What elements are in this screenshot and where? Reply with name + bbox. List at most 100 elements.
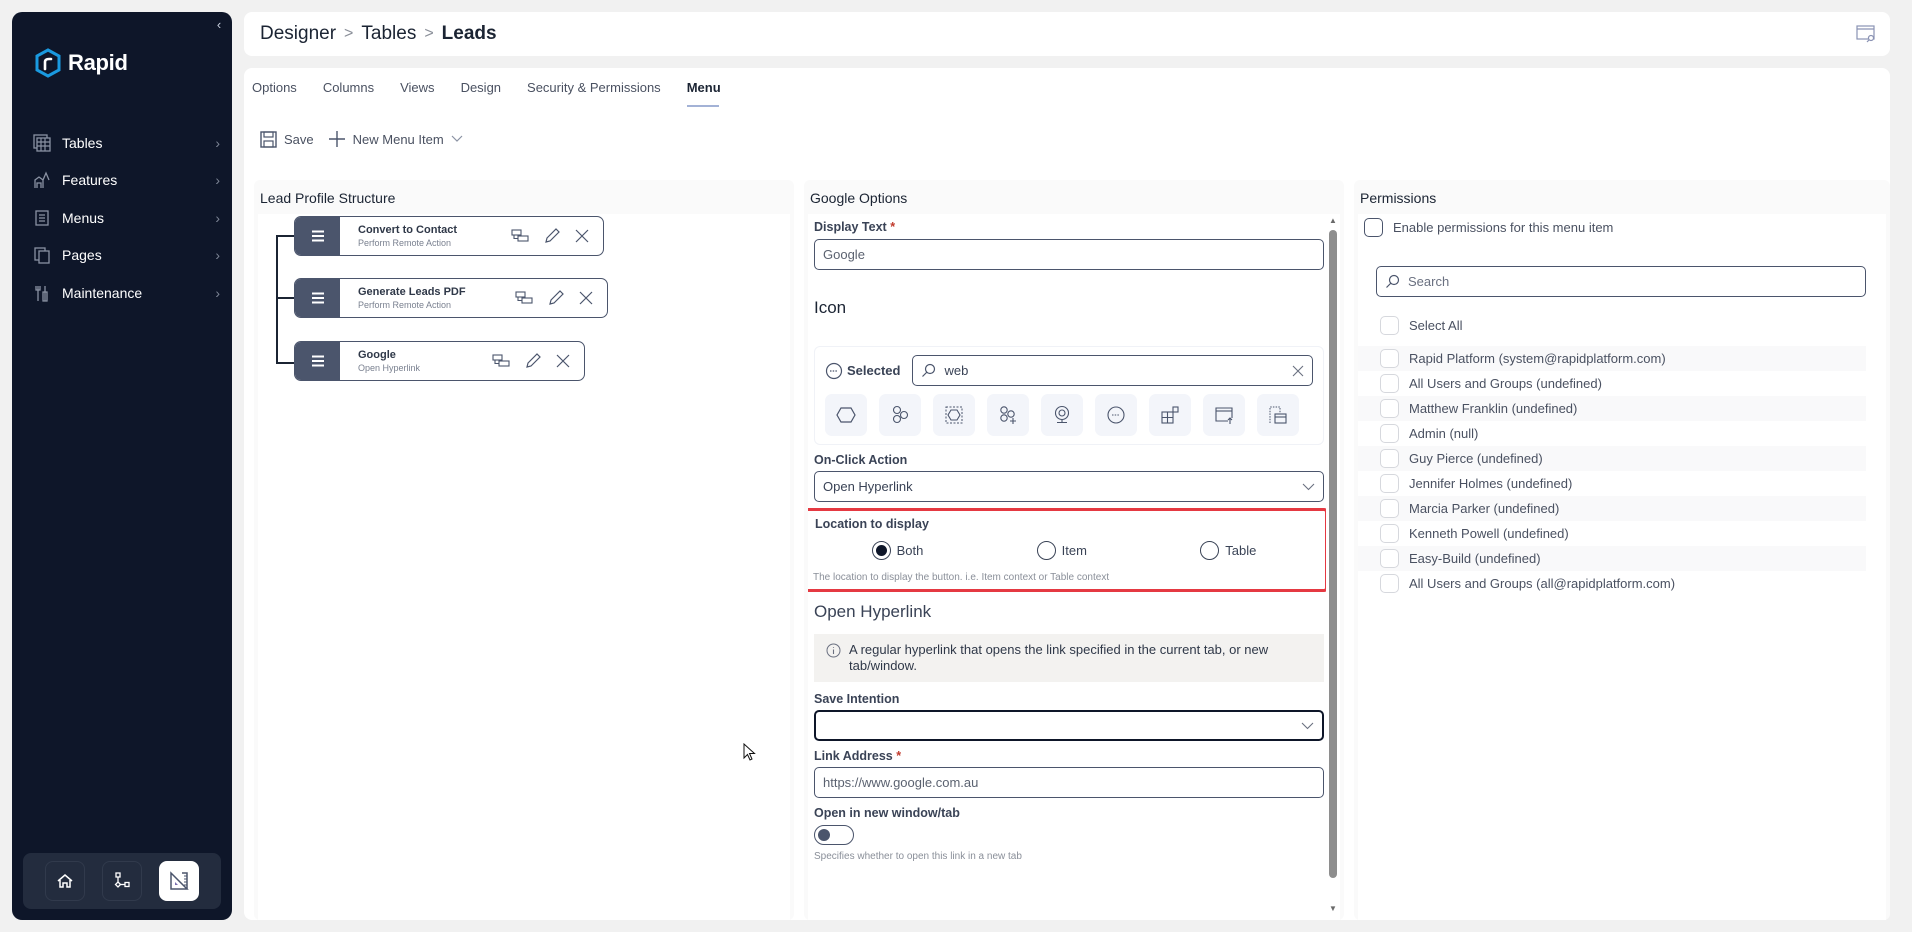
- save-intention-select[interactable]: [814, 710, 1324, 741]
- sidebar-item-pages[interactable]: Pages ›: [12, 237, 232, 275]
- icon-search-input[interactable]: web: [912, 355, 1313, 386]
- icon-option-ellipsis-circle[interactable]: [1095, 394, 1137, 436]
- permissions-panel: Permissions Enable permissions for this …: [1354, 180, 1890, 920]
- permission-row[interactable]: Easy-Build (undefined): [1358, 546, 1866, 571]
- permission-row[interactable]: Admin (null): [1358, 421, 1866, 446]
- sidebar-item-tables[interactable]: Tables ›: [12, 124, 232, 162]
- tab-menu[interactable]: Menu: [686, 80, 733, 107]
- icon-option-webcam[interactable]: [1041, 394, 1083, 436]
- permission-checkbox[interactable]: [1380, 549, 1399, 568]
- clear-search-icon[interactable]: [1292, 365, 1304, 377]
- tab-columns[interactable]: Columns: [323, 80, 386, 107]
- tree-item-generate-leads-pdf[interactable]: Generate Leads PDF Perform Remote Action: [294, 278, 608, 318]
- permissions-search-input[interactable]: Search: [1376, 266, 1866, 297]
- submenu-icon[interactable]: [515, 291, 533, 305]
- tree-item-title: Convert to Contact: [358, 224, 457, 236]
- permission-row[interactable]: Kenneth Powell (undefined): [1358, 521, 1866, 546]
- sidebar-item-label: Pages: [62, 247, 102, 264]
- tab-views[interactable]: Views: [400, 80, 446, 107]
- permission-checkbox[interactable]: [1380, 349, 1399, 368]
- permission-row[interactable]: All Users and Groups (undefined): [1358, 371, 1866, 396]
- new-menu-item-button[interactable]: New Menu Item: [328, 130, 463, 148]
- permission-row[interactable]: Jennifer Holmes (undefined): [1358, 471, 1866, 496]
- home-button[interactable]: [45, 861, 86, 901]
- permission-row[interactable]: Guy Pierce (undefined): [1358, 446, 1866, 471]
- permission-checkbox[interactable]: [1380, 499, 1399, 518]
- icon-option-window-dashed[interactable]: [1257, 394, 1299, 436]
- designer-button[interactable]: [158, 861, 199, 901]
- location-radio-both[interactable]: Both: [871, 541, 923, 560]
- location-radio-table[interactable]: Table: [1200, 541, 1256, 560]
- permission-row[interactable]: All Users and Groups (all@rapidplatform.…: [1358, 571, 1866, 596]
- permission-checkbox[interactable]: [1380, 449, 1399, 468]
- home-icon: [57, 874, 73, 888]
- save-intention-label: Save Intention: [814, 692, 900, 706]
- sidebar-item-features[interactable]: Features ›: [12, 162, 232, 200]
- close-icon[interactable]: [579, 291, 593, 305]
- sidebar-item-label: Maintenance: [62, 284, 143, 301]
- sidebar-item-maintenance[interactable]: Maintenance ›: [12, 274, 232, 312]
- permission-label: Kenneth Powell (undefined): [1409, 526, 1569, 541]
- breadcrumb-tables[interactable]: Tables: [361, 23, 416, 45]
- window-search-icon[interactable]: [1856, 25, 1876, 48]
- collapse-sidebar-button[interactable]: ‹: [212, 18, 226, 32]
- options-scrollbar[interactable]: ▲ ▼: [1328, 214, 1338, 920]
- tab-security-permissions[interactable]: Security & Permissions: [527, 80, 673, 107]
- scroll-thumb[interactable]: [1329, 230, 1337, 878]
- location-radio-item[interactable]: Item: [1036, 541, 1087, 560]
- permission-checkbox[interactable]: [1380, 399, 1399, 418]
- drag-handle[interactable]: [295, 279, 340, 317]
- permission-checkbox[interactable]: [1380, 424, 1399, 443]
- submenu-icon[interactable]: [492, 354, 510, 368]
- breadcrumb-designer[interactable]: Designer: [260, 23, 336, 45]
- submenu-icon[interactable]: [511, 229, 529, 243]
- icon-option-hexagon-select[interactable]: [933, 394, 975, 436]
- drag-handle[interactable]: [295, 342, 340, 380]
- toolbar: Save New Menu Item: [260, 130, 471, 148]
- edit-icon[interactable]: [524, 352, 542, 370]
- enable-permissions-checkbox[interactable]: [1364, 218, 1383, 237]
- tree-item-convert-to-contact[interactable]: Convert to Contact Perform Remote Action: [294, 216, 604, 256]
- new-window-toggle[interactable]: [814, 825, 854, 845]
- icon-option-hexagons[interactable]: [879, 394, 921, 436]
- scroll-down-icon[interactable]: ▼: [1328, 904, 1338, 913]
- select-all-row[interactable]: Select All: [1358, 313, 1886, 338]
- edit-icon[interactable]: [547, 289, 565, 307]
- permission-checkbox[interactable]: [1380, 574, 1399, 593]
- icon-option-window-upload[interactable]: [1203, 394, 1245, 436]
- icon-search-value: web: [944, 363, 969, 378]
- save-button[interactable]: Save: [260, 130, 314, 148]
- edit-icon[interactable]: [543, 227, 561, 245]
- tree-item-subtitle: Open Hyperlink: [358, 363, 421, 373]
- selected-icon-preview: [825, 362, 843, 379]
- scroll-up-icon[interactable]: ▲: [1328, 216, 1338, 225]
- tab-bar: Options Columns Views Design Security & …: [252, 80, 747, 107]
- link-address-input[interactable]: https://www.google.com.au: [814, 767, 1324, 798]
- icon-option-hexagon-add[interactable]: [987, 394, 1029, 436]
- tree-item-google[interactable]: Google Open Hyperlink: [294, 341, 585, 381]
- permission-checkbox[interactable]: [1380, 474, 1399, 493]
- permission-row[interactable]: Matthew Franklin (undefined): [1358, 396, 1866, 421]
- close-icon[interactable]: [575, 229, 589, 243]
- icon-results: [825, 394, 1313, 436]
- display-text-input[interactable]: Google: [814, 239, 1324, 270]
- sidebar-item-label: Menus: [62, 209, 105, 226]
- close-icon[interactable]: [556, 354, 570, 368]
- drag-handle[interactable]: [295, 217, 340, 255]
- select-all-checkbox[interactable]: [1380, 316, 1399, 335]
- enable-permissions-row[interactable]: Enable permissions for this menu item: [1358, 218, 1886, 237]
- workflow-button[interactable]: [101, 861, 142, 901]
- permission-row[interactable]: Rapid Platform (system@rapidplatform.com…: [1358, 346, 1866, 371]
- tab-design[interactable]: Design: [461, 80, 513, 107]
- tab-options[interactable]: Options: [252, 80, 309, 107]
- search-icon: [1386, 274, 1400, 288]
- on-click-select[interactable]: Open Hyperlink: [814, 471, 1324, 502]
- icon-option-hexagon[interactable]: [825, 394, 867, 436]
- permission-row[interactable]: Marcia Parker (undefined): [1358, 496, 1866, 521]
- chevron-right-icon: ›: [215, 134, 220, 151]
- permission-checkbox[interactable]: [1380, 524, 1399, 543]
- permissions-list: Rapid Platform (system@rapidplatform.com…: [1358, 346, 1866, 596]
- sidebar-item-menus[interactable]: Menus ›: [12, 199, 232, 237]
- icon-option-web-blocks[interactable]: [1149, 394, 1191, 436]
- permission-checkbox[interactable]: [1380, 374, 1399, 393]
